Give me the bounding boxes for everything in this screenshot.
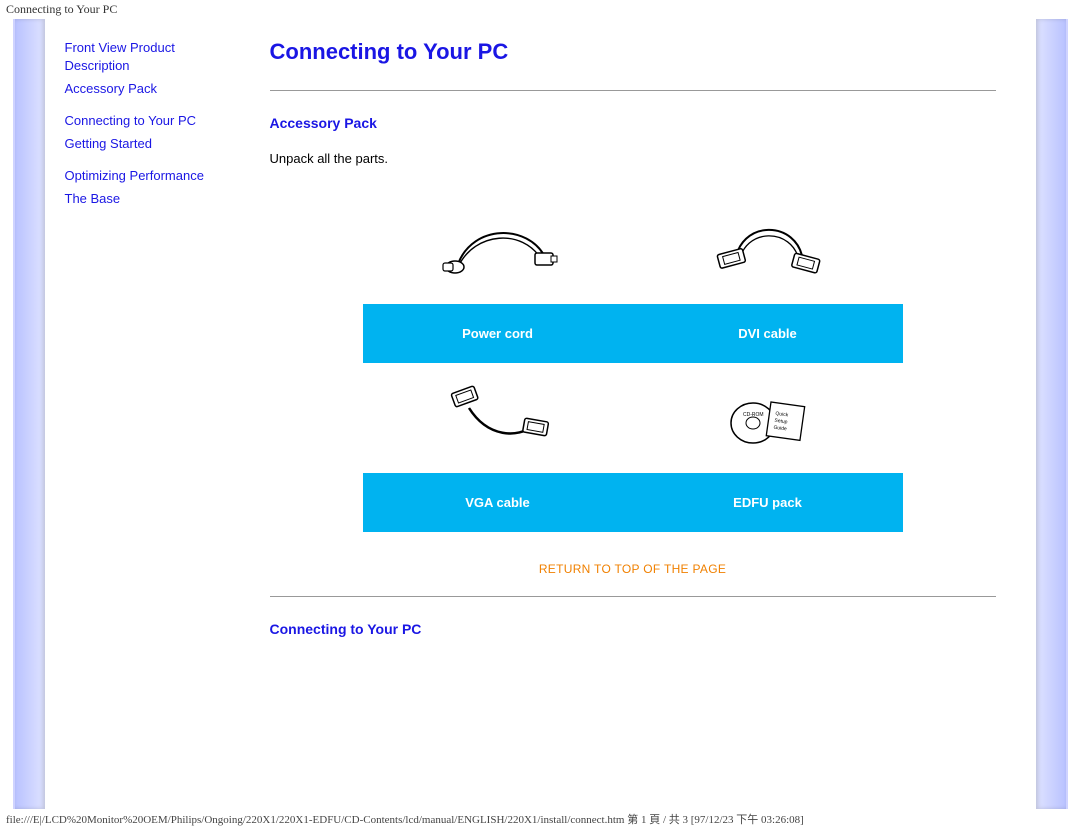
main-content: Connecting to Your PC Accessory Pack Unp… xyxy=(250,19,1036,809)
page-title: Connecting to Your PC xyxy=(270,39,996,65)
sidebar-item-getting-started[interactable]: Getting Started xyxy=(65,135,240,153)
edfu-pack-label: EDFU pack xyxy=(633,473,903,532)
edfu-pack-icon: CD-ROM Quick Setup Guide xyxy=(703,378,833,458)
divider xyxy=(270,596,996,597)
sidebar-item-accessory-pack[interactable]: Accessory Pack xyxy=(65,80,240,98)
dvi-cable-image xyxy=(633,194,903,304)
dvi-cable-icon xyxy=(703,209,833,289)
footer-file-path: file:///E|/LCD%20Monitor%20OEM/Philips/O… xyxy=(0,809,1080,833)
accessory-pack-heading: Accessory Pack xyxy=(270,115,996,131)
accessory-grid: Power cord DVI cable xyxy=(363,194,903,532)
accessory-image-row-2: CD-ROM Quick Setup Guide xyxy=(363,363,903,473)
power-cord-image xyxy=(363,194,633,304)
left-decorative-bar xyxy=(15,19,45,809)
vga-cable-icon xyxy=(433,378,563,458)
sidebar-item-optimizing-performance[interactable]: Optimizing Performance xyxy=(65,167,240,185)
edfu-pack-image: CD-ROM Quick Setup Guide xyxy=(633,363,903,473)
sidebar-item-front-view[interactable]: Front View Product Description xyxy=(65,39,240,74)
accessory-image-row-1 xyxy=(363,194,903,304)
return-to-top-link[interactable]: RETURN TO TOP OF THE PAGE xyxy=(270,562,996,576)
power-cord-label: Power cord xyxy=(363,304,633,363)
sidebar-item-the-base[interactable]: The Base xyxy=(65,190,240,208)
divider xyxy=(270,90,996,91)
vga-cable-image xyxy=(363,363,633,473)
connecting-pc-heading: Connecting to Your PC xyxy=(270,621,996,637)
page-frame: Front View Product Description Accessory… xyxy=(13,19,1068,809)
svg-text:CD-ROM: CD-ROM xyxy=(743,412,764,418)
content-area: Front View Product Description Accessory… xyxy=(45,19,1036,809)
right-decorative-bar xyxy=(1036,19,1066,809)
vga-cable-label: VGA cable xyxy=(363,473,633,532)
accessory-label-row-1: Power cord DVI cable xyxy=(363,304,903,363)
sidebar-item-connecting-pc[interactable]: Connecting to Your PC xyxy=(65,112,240,130)
accessory-instruction: Unpack all the parts. xyxy=(270,151,996,166)
power-cord-icon xyxy=(433,209,563,289)
dvi-cable-label: DVI cable xyxy=(633,304,903,363)
accessory-label-row-2: VGA cable EDFU pack xyxy=(363,473,903,532)
sidebar-nav: Front View Product Description Accessory… xyxy=(45,19,250,809)
browser-tab-title: Connecting to Your PC xyxy=(0,0,1080,19)
